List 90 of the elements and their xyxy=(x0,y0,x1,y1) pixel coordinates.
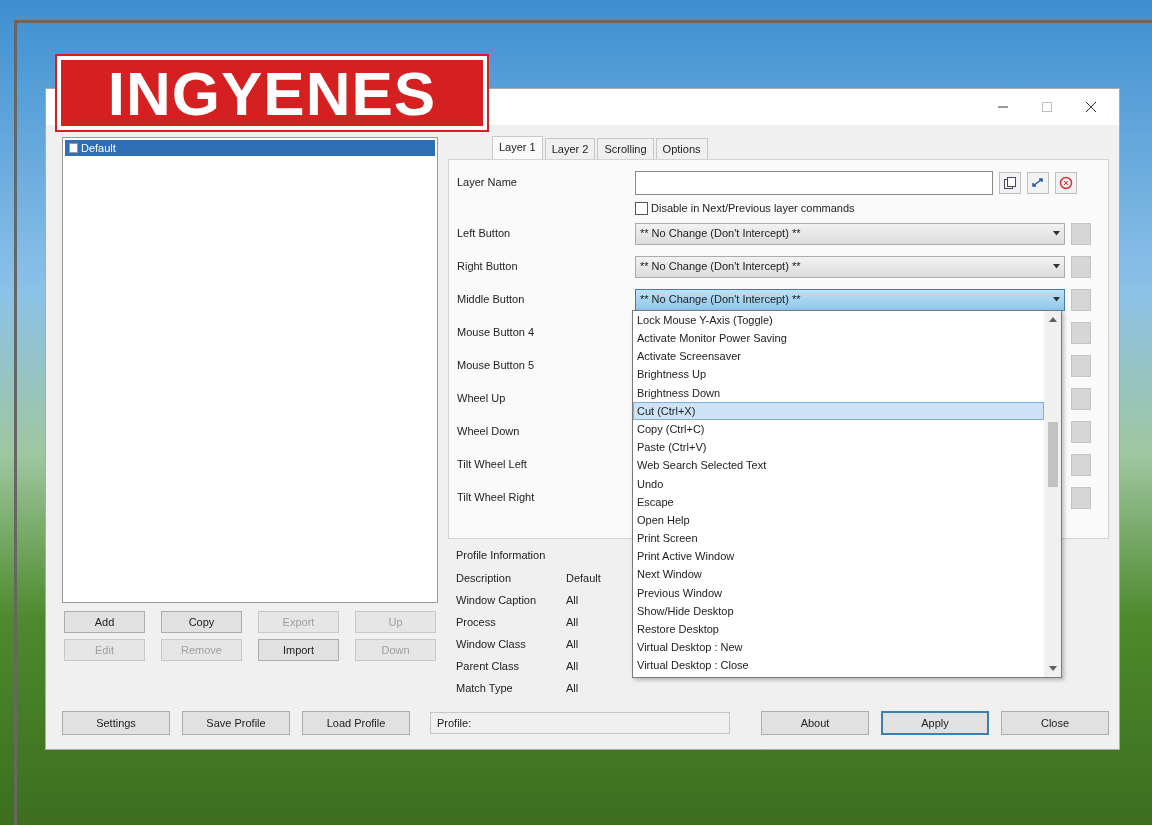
swap-arrows-button[interactable] xyxy=(1027,171,1049,194)
options-button[interactable] xyxy=(1071,255,1091,278)
dropdown-item[interactable]: Print Screen xyxy=(633,529,1044,548)
field-label: Mouse Button 4 xyxy=(457,325,536,341)
dropdown-item[interactable]: Activate Screensaver xyxy=(633,347,1044,366)
options-button[interactable] xyxy=(1071,354,1091,377)
field-label: Process xyxy=(456,615,497,631)
field-value: All xyxy=(566,681,579,697)
footer-button[interactable]: Save Profile xyxy=(182,711,290,735)
dropdown-item[interactable]: Brightness Up xyxy=(633,365,1044,384)
field-label: Wheel Up xyxy=(457,391,507,407)
field-label: Tilt Wheel Left xyxy=(457,457,528,473)
tab[interactable]: Scrolling xyxy=(597,137,654,159)
dropdown-item[interactable]: Brightness Down xyxy=(633,383,1044,402)
dropdown-item[interactable]: Undo xyxy=(633,474,1044,493)
copy-icon xyxy=(1003,175,1017,190)
dropdown-item[interactable]: Web Search Selected Text xyxy=(633,456,1044,475)
field-label: Parent Class xyxy=(456,659,520,675)
footer-button[interactable]: Load Profile xyxy=(302,711,410,735)
dropdown-field[interactable]: ** No Change (Don't Intercept) ** xyxy=(635,288,1065,311)
field-label: Window Class xyxy=(456,637,527,653)
caret-icon xyxy=(1053,264,1060,269)
options-button[interactable] xyxy=(1071,288,1091,311)
profile-button[interactable]: Copy xyxy=(161,611,242,633)
maximize-icon xyxy=(1042,102,1052,112)
field-value: All xyxy=(566,637,579,653)
dropdown-item[interactable]: Activate Monitor Power Saving xyxy=(633,329,1044,348)
banner: INGYENES xyxy=(57,56,487,130)
field-value: All xyxy=(566,593,579,609)
field-label: Window Caption xyxy=(456,593,538,609)
dropdown-item[interactable]: Virtual Desktop : New xyxy=(633,638,1044,657)
field-label: Middle Button xyxy=(457,292,526,308)
scroll-up-icon[interactable] xyxy=(1048,316,1057,322)
dropdown-item[interactable]: Copy (Ctrl+C) xyxy=(633,420,1044,439)
footer-button[interactable]: About xyxy=(761,711,869,735)
delete-icon xyxy=(1059,175,1073,190)
checkbox[interactable] xyxy=(635,201,648,215)
dropdown-item[interactable]: Restore Desktop xyxy=(633,620,1044,639)
field-label: Wheel Down xyxy=(457,424,521,440)
options-button[interactable] xyxy=(1071,453,1091,476)
footer-button[interactable]: Settings xyxy=(62,711,170,735)
field-label: Layer Name xyxy=(457,175,518,191)
dropdown-item[interactable]: Lock Mouse Y-Axis (Toggle) xyxy=(633,311,1044,330)
field-label: Match Type xyxy=(456,681,514,697)
field-label: Mouse Button 5 xyxy=(457,358,536,374)
dropdown-item[interactable]: Paste (Ctrl+V) xyxy=(633,438,1044,457)
field-label: Description xyxy=(456,571,513,587)
field-label: Tilt Wheel Right xyxy=(457,490,536,506)
layer-name-field[interactable] xyxy=(635,170,993,195)
dropdown-item[interactable]: Escape xyxy=(633,492,1044,512)
scroll-down-icon[interactable] xyxy=(1048,666,1057,672)
options-button[interactable] xyxy=(1071,321,1091,344)
section-title: Profile Information xyxy=(456,548,546,563)
caret-icon xyxy=(1053,297,1060,302)
field-value: All xyxy=(566,659,579,675)
footer-button[interactable]: Close xyxy=(1001,711,1109,735)
profile-button[interactable]: Import xyxy=(258,639,339,661)
dropdown-item[interactable]: Print Active Window xyxy=(633,547,1044,566)
field-value: Default xyxy=(566,571,601,587)
field-label: Right Button xyxy=(457,259,519,275)
field-label: Left Button xyxy=(457,226,512,242)
dropdown-item[interactable]: Open Help xyxy=(633,511,1044,530)
caret-icon xyxy=(1053,231,1060,236)
scrollbar-thumb[interactable] xyxy=(1047,422,1058,487)
dropdown-item[interactable]: Cut (Ctrl+X) xyxy=(633,401,1044,421)
options-button[interactable] xyxy=(1071,222,1091,245)
tree-item[interactable]: Default xyxy=(65,140,435,156)
dropdown-item[interactable]: Previous Window xyxy=(633,583,1044,602)
copy-button[interactable] xyxy=(999,171,1021,194)
options-button[interactable] xyxy=(1071,420,1091,443)
close-icon xyxy=(1086,102,1096,112)
scrollbar[interactable] xyxy=(1044,311,1061,677)
tab[interactable]: Layer 1 xyxy=(492,135,543,159)
checkbox-label: Disable in Next/Previous layer commands xyxy=(651,200,855,216)
field-value: All xyxy=(566,615,579,631)
tab[interactable]: Options xyxy=(655,137,708,159)
profile-icon xyxy=(69,143,78,153)
dropdown-field[interactable]: ** No Change (Don't Intercept) ** xyxy=(635,255,1065,278)
tab[interactable]: Layer 2 xyxy=(544,137,596,159)
options-button[interactable] xyxy=(1071,387,1091,410)
options-button[interactable] xyxy=(1071,486,1091,509)
footer-button[interactable]: Apply xyxy=(881,711,989,735)
dropdown-field[interactable]: ** No Change (Don't Intercept) ** xyxy=(635,222,1065,245)
delete-button[interactable] xyxy=(1055,171,1077,194)
profile-button[interactable]: Add xyxy=(64,611,145,633)
dropdown-item[interactable]: Next Window xyxy=(633,565,1044,584)
dropdown-item[interactable]: Virtual Desktop : Close xyxy=(633,656,1044,675)
status-field: Profile: xyxy=(430,712,730,734)
dropdown-item[interactable]: Show/Hide Desktop xyxy=(633,602,1044,621)
swap-arrows-icon xyxy=(1031,175,1045,190)
